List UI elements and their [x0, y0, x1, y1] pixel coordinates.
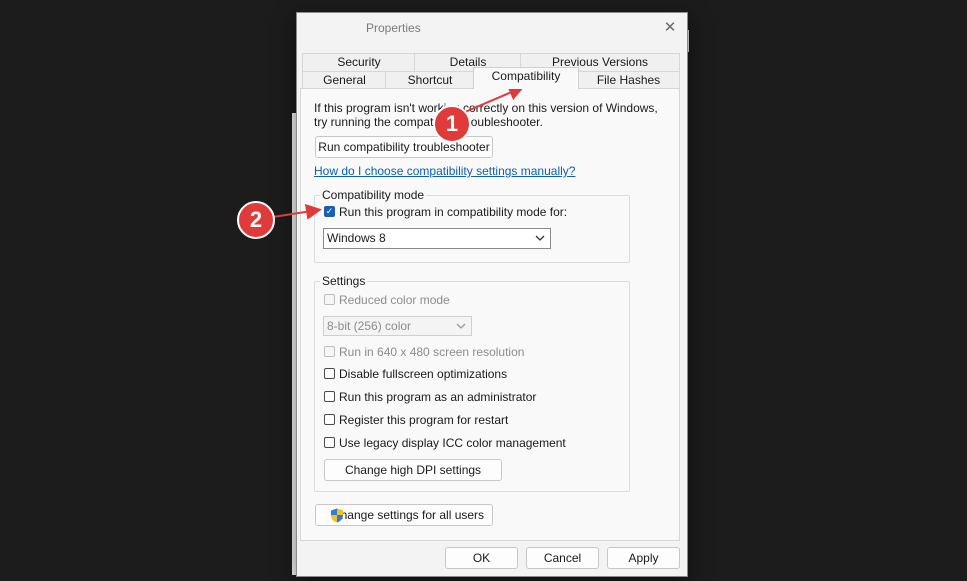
- tab-label: Compatibility: [491, 69, 561, 83]
- tab-compatibility[interactable]: Compatibility: [473, 67, 579, 89]
- annotation-badge-2: 2: [237, 201, 275, 239]
- arrow-to-compat-checkbox: [272, 203, 322, 220]
- arrow-to-compatibility-tab: [464, 85, 525, 113]
- annotation-badge-1: 1: [433, 105, 471, 143]
